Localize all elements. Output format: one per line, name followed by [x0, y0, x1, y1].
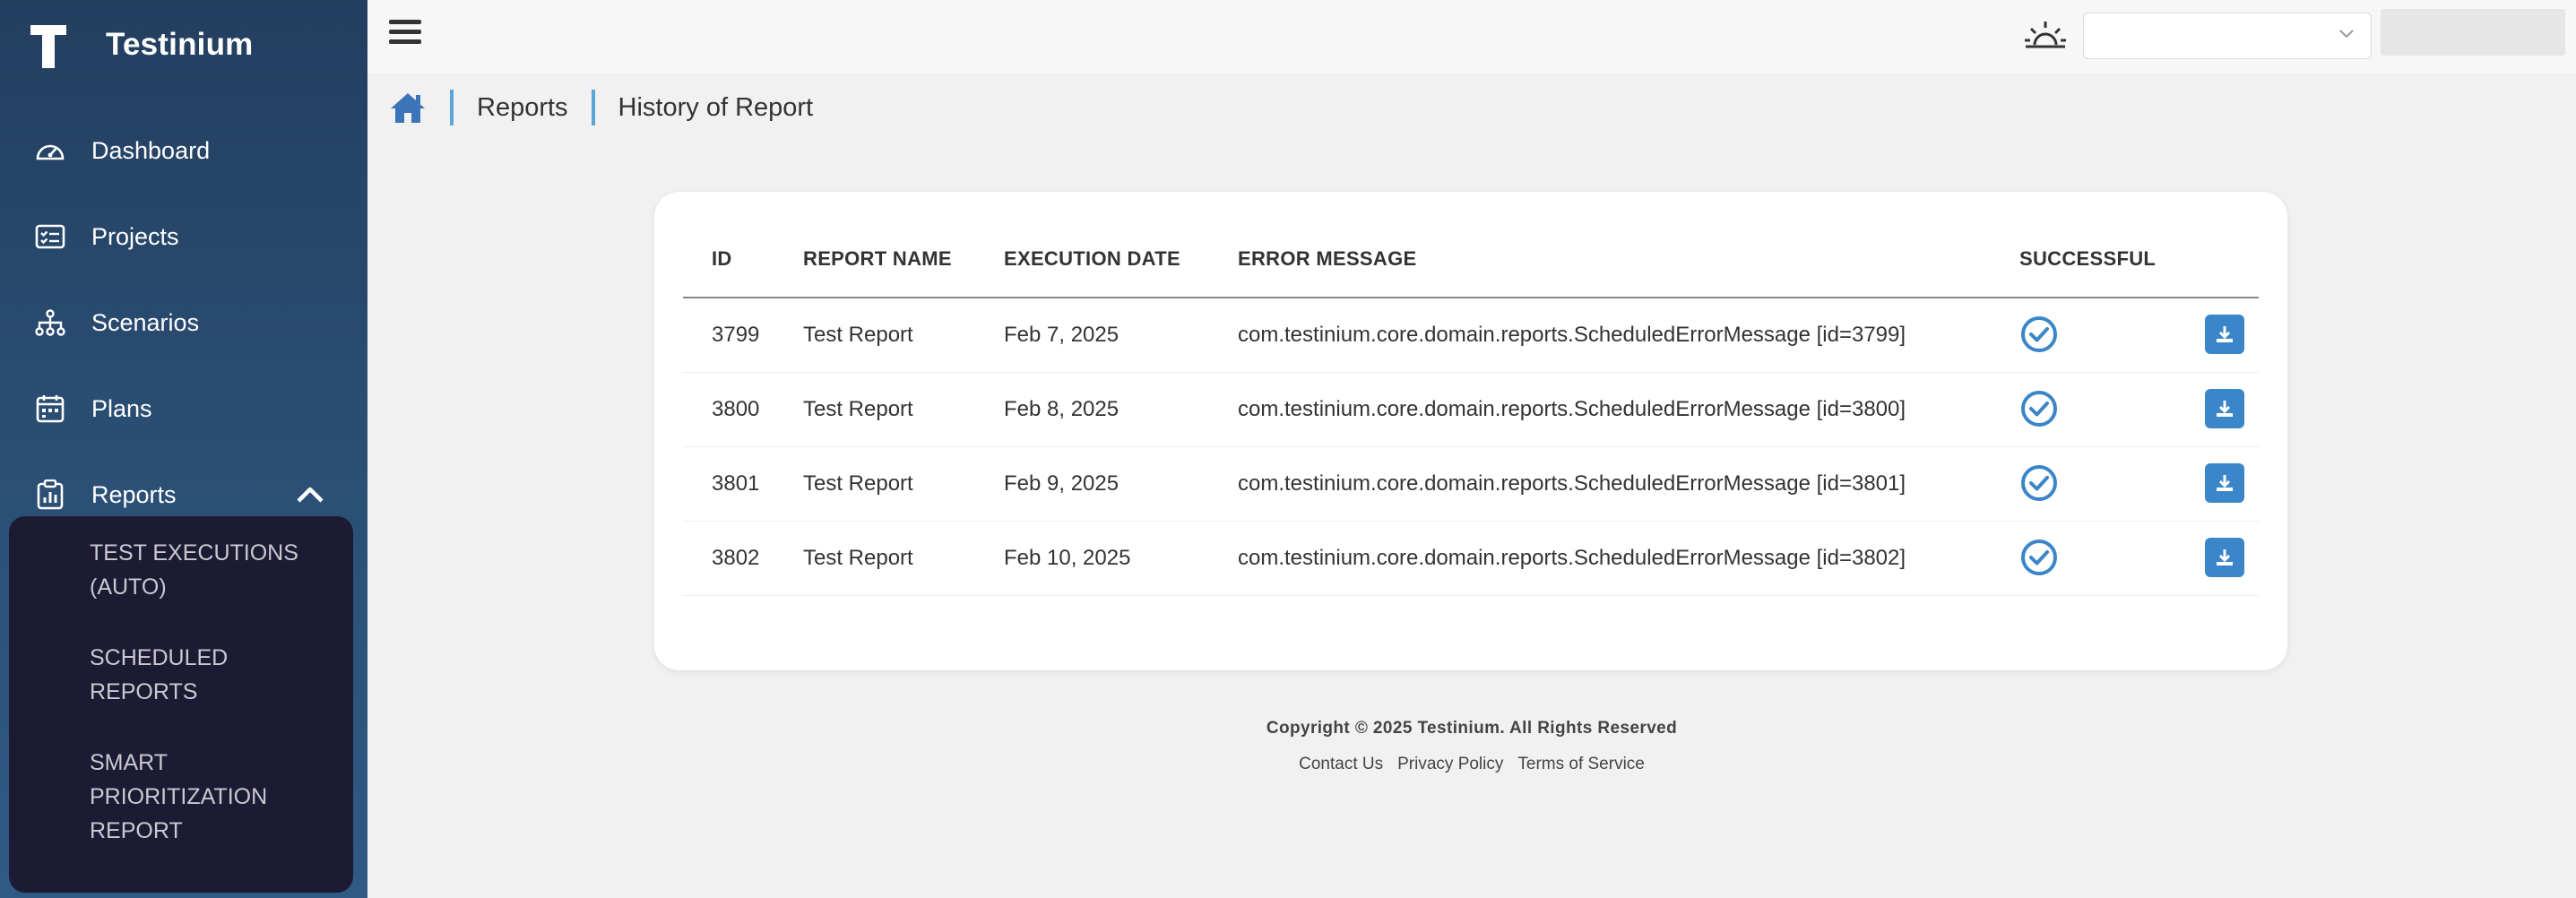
topbar: [367, 0, 2576, 75]
cell-execution-date: Feb 9, 2025: [1004, 471, 1119, 496]
checklist-icon: [34, 220, 66, 253]
calendar-icon: [34, 393, 66, 425]
brand[interactable]: Testinium: [30, 18, 254, 72]
sidebar-item-plans[interactable]: Plans: [0, 382, 367, 436]
table-row: 3799 Test Report Feb 7, 2025 com.testini…: [683, 298, 2259, 373]
column-header-error-message: ERROR MESSAGE: [1238, 247, 1417, 270]
sidebar-item-label: Plans: [91, 394, 152, 422]
cell-report-name: Test Report: [803, 323, 913, 347]
gauge-icon: [34, 134, 66, 167]
table-row: 3802 Test Report Feb 10, 2025 com.testin…: [683, 522, 2259, 596]
sidebar-item-projects[interactable]: Projects: [0, 210, 367, 263]
breadcrumb-separator: [450, 90, 454, 125]
top-select-dropdown[interactable]: [2083, 13, 2372, 59]
sidebar-item-dashboard[interactable]: Dashboard: [0, 124, 367, 177]
success-check-icon: [2020, 464, 2058, 502]
download-icon: [2217, 326, 2233, 342]
download-icon: [2217, 549, 2233, 566]
download-icon: [2217, 475, 2233, 491]
download-button[interactable]: [2205, 538, 2244, 577]
table-row: 3800 Test Report Feb 8, 2025 com.testini…: [683, 373, 2259, 447]
cell-error-message: com.testinium.core.domain.reports.Schedu…: [1238, 397, 1906, 421]
breadcrumb-separator: [591, 90, 595, 125]
cell-id: 3802: [712, 546, 760, 570]
sidebar-item-scenarios[interactable]: Scenarios: [0, 296, 367, 350]
download-button[interactable]: [2205, 315, 2244, 354]
cell-report-name: Test Report: [803, 471, 913, 496]
cell-execution-date: Feb 7, 2025: [1004, 323, 1119, 347]
sidebar-item-label: Projects: [91, 222, 179, 250]
submenu-item-test-executions[interactable]: TEST EXECUTIONS (AUTO): [90, 536, 341, 604]
cell-report-name: Test Report: [803, 397, 913, 421]
sidebar-item-label: Scenarios: [91, 308, 200, 336]
hamburger-menu-icon[interactable]: [389, 18, 421, 47]
cell-execution-date: Feb 8, 2025: [1004, 397, 1119, 421]
table-row: 3801 Test Report Feb 9, 2025 com.testini…: [683, 447, 2259, 522]
chevron-down-icon: [2338, 28, 2355, 44]
cell-id: 3799: [712, 323, 760, 347]
clipboard-chart-icon: [34, 479, 66, 511]
sidebar-item-reports[interactable]: Reports: [0, 468, 367, 522]
download-button[interactable]: [2205, 389, 2244, 428]
cell-id: 3801: [712, 471, 760, 496]
cell-execution-date: Feb 10, 2025: [1004, 546, 1131, 570]
footer-copyright: Copyright © 2025 Testinium. All Rights R…: [1266, 719, 1678, 738]
user-menu-placeholder[interactable]: [2381, 9, 2565, 56]
cell-error-message: com.testinium.core.domain.reports.Schedu…: [1238, 323, 1906, 347]
testinium-logo-icon: [30, 22, 70, 68]
chevron-up-icon[interactable]: [292, 477, 328, 513]
breadcrumb-current: History of Report: [618, 92, 814, 122]
cell-id: 3800: [712, 397, 760, 421]
cell-error-message: com.testinium.core.domain.reports.Schedu…: [1238, 471, 1906, 496]
sidebar: Testinium Dashboard Projects Scenarios P…: [0, 0, 367, 898]
footer-link-contact[interactable]: Contact Us: [1299, 755, 1383, 774]
success-check-icon: [2020, 315, 2058, 353]
cell-report-name: Test Report: [803, 546, 913, 570]
column-header-execution-date: EXECUTION DATE: [1004, 247, 1180, 270]
submenu-item-smart-prioritization[interactable]: SMART PRIORITIZATION REPORT: [90, 746, 341, 848]
sidebar-item-label: Dashboard: [91, 136, 211, 164]
theme-toggle-sunset-icon[interactable]: [2024, 18, 2067, 54]
success-check-icon: [2020, 390, 2058, 427]
column-header-report-name: REPORT NAME: [803, 247, 952, 270]
breadcrumb: Reports History of Report: [389, 84, 813, 131]
breadcrumb-reports[interactable]: Reports: [477, 93, 568, 123]
download-icon: [2217, 401, 2233, 417]
cell-error-message: com.testinium.core.domain.reports.Schedu…: [1238, 546, 1906, 570]
sidebar-item-label: Reports: [91, 480, 177, 508]
submenu-item-scheduled-reports[interactable]: SCHEDULED REPORTS: [90, 641, 341, 709]
hierarchy-icon: [34, 307, 66, 339]
home-icon[interactable]: [389, 90, 427, 125]
report-history-card: ID REPORT NAME EXECUTION DATE ERROR MESS…: [654, 192, 2287, 670]
footer-link-terms[interactable]: Terms of Service: [1517, 755, 1644, 774]
footer-link-privacy[interactable]: Privacy Policy: [1397, 755, 1503, 774]
brand-name: Testinium: [106, 27, 254, 62]
column-header-successful: SUCCESSFUL: [2019, 247, 2157, 270]
column-header-id: ID: [712, 247, 732, 270]
footer-links: Contact Us Privacy Policy Terms of Servi…: [1031, 755, 1913, 774]
success-check-icon: [2020, 539, 2058, 576]
reports-submenu: TEST EXECUTIONS (AUTO) SCHEDULED REPORTS…: [9, 516, 353, 893]
download-button[interactable]: [2205, 463, 2244, 503]
